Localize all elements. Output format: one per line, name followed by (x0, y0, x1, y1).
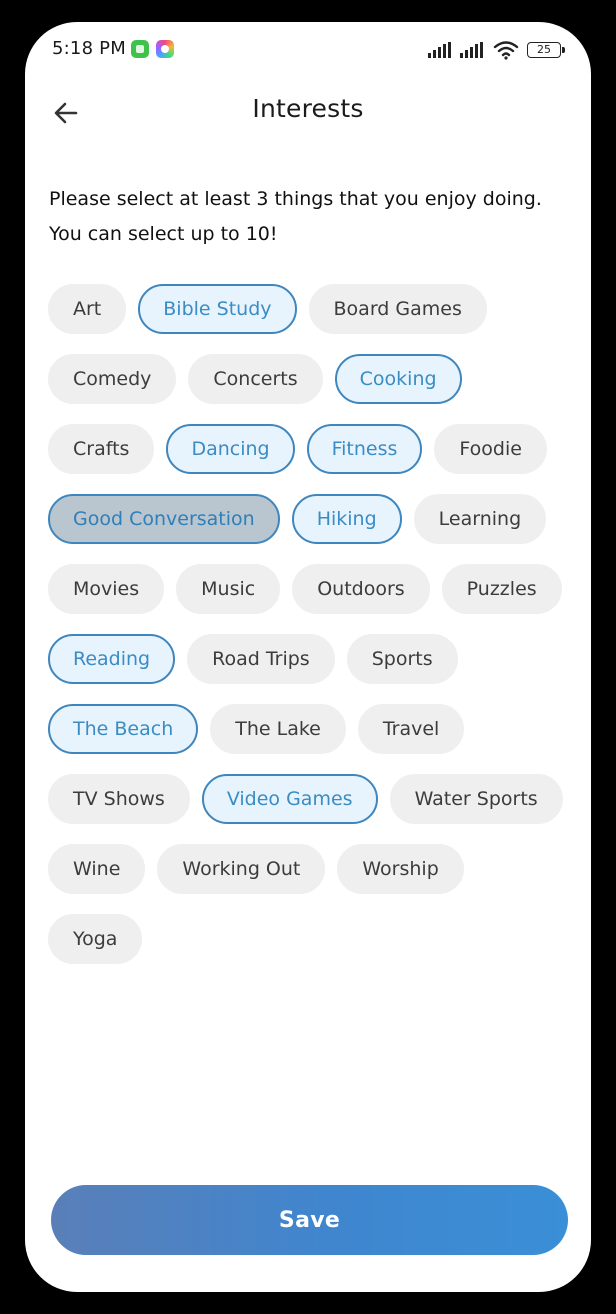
status-bar: 5:18 PM 25 (25, 22, 591, 78)
notification-app-icon (131, 40, 149, 58)
interest-chip-dancing[interactable]: Dancing (166, 424, 295, 474)
interest-chip-art[interactable]: Art (48, 284, 127, 334)
interest-chip-list: Art Bible Study Board Games Comedy Concerts C… (48, 284, 568, 964)
interest-chip-hiking[interactable]: Hiking (291, 494, 402, 544)
interest-chip-yoga[interactable]: Yoga (48, 914, 143, 964)
interest-chip-bible-study[interactable]: Bible Study (138, 284, 297, 334)
signal-icon-2 (460, 42, 483, 58)
interest-chip-foodie[interactable]: Foodie (434, 424, 547, 474)
interest-chip-reading[interactable]: Reading (48, 634, 176, 684)
interest-chip-video-games[interactable]: Video Games (201, 774, 378, 824)
save-button[interactable]: Save (51, 1185, 568, 1255)
interest-chip-puzzles[interactable]: Puzzles (441, 564, 562, 614)
interest-chip-sports[interactable]: Sports (346, 634, 458, 684)
instructions-line-2: You can select up to 10! (49, 223, 278, 245)
interest-chip-working-out[interactable]: Working Out (157, 844, 326, 894)
interest-chip-travel[interactable]: Travel (357, 704, 465, 754)
interest-chip-wine[interactable]: Wine (48, 844, 146, 894)
interest-chip-learning[interactable]: Learning (413, 494, 547, 544)
interest-chip-concerts[interactable]: Concerts (188, 354, 323, 404)
page-title: Interests (252, 94, 364, 123)
interest-chip-good-conversation[interactable]: Good Conversation (48, 494, 280, 544)
interest-chip-cooking[interactable]: Cooking (334, 354, 462, 404)
interest-chip-board-games[interactable]: Board Games (308, 284, 487, 334)
instructions: Please select at least 3 things that you… (49, 182, 569, 252)
phone-screen: 5:18 PM 25 Interests Please select at le… (25, 22, 591, 1292)
interest-chip-the-beach[interactable]: The Beach (48, 704, 199, 754)
interest-chip-worship[interactable]: Worship (337, 844, 464, 894)
battery-icon: 25 (527, 42, 565, 58)
status-time: 5:18 PM (52, 38, 126, 59)
wifi-icon (493, 41, 519, 60)
interest-chip-the-lake[interactable]: The Lake (210, 704, 346, 754)
interest-chip-movies[interactable]: Movies (48, 564, 165, 614)
interest-chip-crafts[interactable]: Crafts (48, 424, 155, 474)
interest-chip-fitness[interactable]: Fitness (306, 424, 423, 474)
interest-chip-tv-shows[interactable]: TV Shows (48, 774, 190, 824)
notification-app-icon-2 (156, 40, 174, 58)
interest-chip-outdoors[interactable]: Outdoors (292, 564, 430, 614)
interest-chip-water-sports[interactable]: Water Sports (389, 774, 563, 824)
instructions-line-1: Please select at least 3 things that you… (49, 188, 542, 210)
interest-chip-comedy[interactable]: Comedy (48, 354, 177, 404)
signal-icon (428, 42, 451, 58)
interest-chip-music[interactable]: Music (176, 564, 281, 614)
interest-chip-road-trips[interactable]: Road Trips (187, 634, 335, 684)
